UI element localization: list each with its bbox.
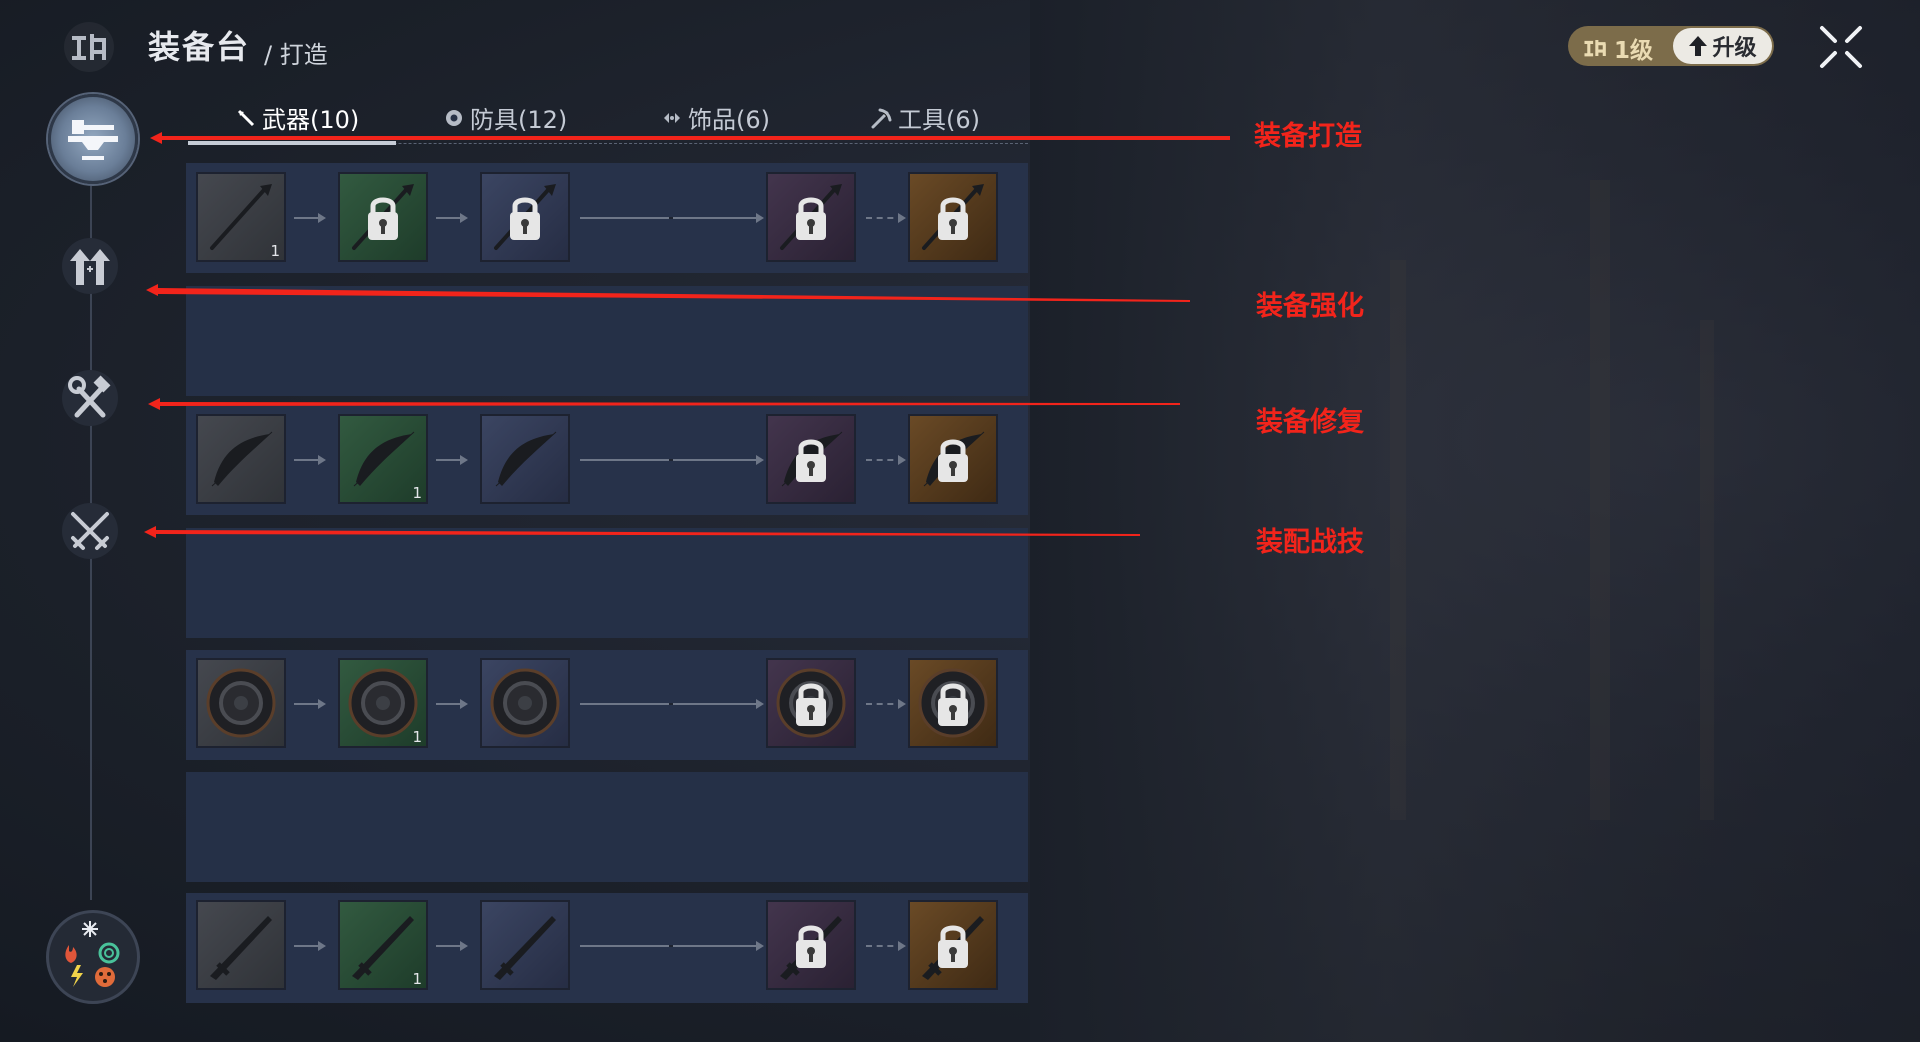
arrow-icon <box>436 699 468 709</box>
annotation-repair: 装备修复 <box>1256 407 1364 438</box>
bow-icon <box>495 431 557 487</box>
dashed-arrow-icon <box>866 699 906 709</box>
item-count: 1 <box>270 242 280 260</box>
arrow-icon <box>294 941 326 951</box>
arrow-icon <box>436 455 468 465</box>
item-slot-shield-5[interactable] <box>908 658 998 748</box>
arrow-icon <box>436 213 468 223</box>
lock-icon <box>938 683 968 726</box>
item-slot-shield-1[interactable] <box>196 658 286 748</box>
connector-gap <box>669 703 673 705</box>
item-slot-bow-4[interactable] <box>766 414 856 504</box>
annotation-enhance: 装备强化 <box>1256 291 1364 322</box>
item-count: 1 <box>412 728 422 746</box>
item-slot-sword-3[interactable] <box>480 900 570 990</box>
item-slot-shield-4[interactable] <box>766 658 856 748</box>
lock-icon <box>796 925 826 968</box>
item-slot-spear-4[interactable] <box>766 172 856 262</box>
item-slot-bow-5[interactable] <box>908 414 998 504</box>
sword-icon <box>494 916 556 980</box>
dashed-arrow-icon <box>866 213 906 223</box>
connector-gap <box>669 217 673 219</box>
item-slot-sword-4[interactable] <box>766 900 856 990</box>
item-slot-shield-2[interactable]: 1 <box>338 658 428 748</box>
arrow-icon <box>294 699 326 709</box>
lock-icon <box>938 197 968 240</box>
arrow-icon <box>294 455 326 465</box>
item-slot-bow-3[interactable] <box>480 414 570 504</box>
item-slot-spear-1[interactable]: 1 <box>196 172 286 262</box>
annotation-skills: 装配战技 <box>1256 527 1364 558</box>
item-count: 1 <box>412 970 422 988</box>
dashed-arrow-icon <box>866 455 906 465</box>
dashed-arrow-icon <box>866 941 906 951</box>
item-slot-shield-3[interactable] <box>480 658 570 748</box>
item-slot-spear-5[interactable] <box>908 172 998 262</box>
shield-icon <box>490 668 560 738</box>
lock-icon <box>368 197 398 240</box>
item-slot-spear-2[interactable] <box>338 172 428 262</box>
item-count: 1 <box>412 484 422 502</box>
item-slot-bow-2[interactable]: 1 <box>338 414 428 504</box>
lock-icon <box>510 197 540 240</box>
annotation-arrows <box>144 132 1230 538</box>
lock-icon <box>796 197 826 240</box>
arrow-icon <box>294 213 326 223</box>
annotation-craft: 装备打造 <box>1254 121 1362 152</box>
connector-gap <box>669 459 673 461</box>
item-slot-spear-3[interactable] <box>480 172 570 262</box>
sword-icon <box>210 916 272 980</box>
item-slot-sword-2[interactable]: 1 <box>338 900 428 990</box>
item-slot-sword-1[interactable] <box>196 900 286 990</box>
connector-gap <box>669 945 673 947</box>
lock-icon <box>938 439 968 482</box>
bow-icon <box>211 431 273 487</box>
arrow-icon <box>436 941 468 951</box>
lock-icon <box>796 439 826 482</box>
shield-icon <box>206 668 276 738</box>
item-slot-bow-1[interactable] <box>196 414 286 504</box>
item-slot-sword-5[interactable] <box>908 900 998 990</box>
lock-icon <box>938 925 968 968</box>
lock-icon <box>796 683 826 726</box>
